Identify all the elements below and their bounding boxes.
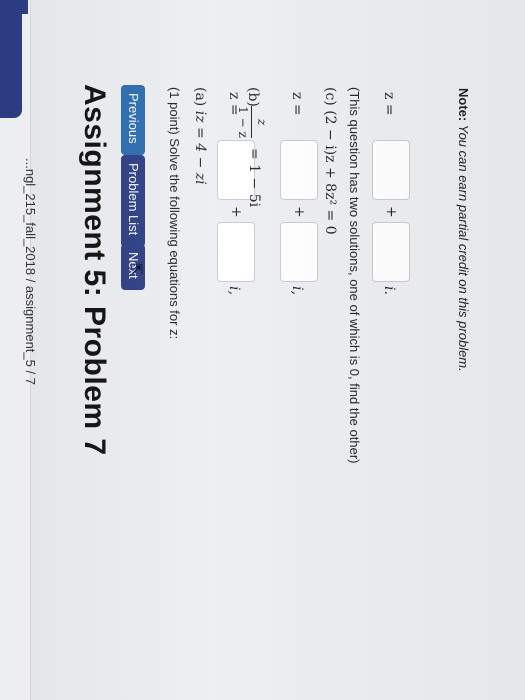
part-a-equation-text: iz = 4 − zi xyxy=(192,110,208,185)
mouse-cursor-icon: ⇱ xyxy=(129,263,145,275)
part-a-i-unit: i, xyxy=(226,286,242,295)
part-c-equation: (c) (2 − i)z + 8z² = 0 xyxy=(322,87,338,235)
part-b-numerator: z xyxy=(255,118,269,126)
part-b-answer-label: z = xyxy=(289,92,305,116)
partial-credit-note: Note: You can earn partial credit on thi… xyxy=(456,88,471,372)
part-c-answer-label: z = xyxy=(381,92,397,116)
part-b-real-input[interactable] xyxy=(280,140,318,200)
part-c-hint: (This question has two solutions, one of… xyxy=(347,87,362,464)
part-a-imag-input[interactable] xyxy=(217,222,255,282)
fraction-bar xyxy=(251,106,252,138)
part-b-i-unit: i, xyxy=(289,286,305,295)
content-plane: ...ngl_215_fall_2018 / assignment_5 / 7 … xyxy=(0,0,525,700)
note-label: Note: xyxy=(456,88,471,122)
part-c-real-input[interactable] xyxy=(372,140,410,200)
breadcrumb[interactable]: ...ngl_215_fall_2018 / assignment_5 / 7 xyxy=(23,158,38,385)
part-c-equation-text: (2 − i)z + 8z² = 0 xyxy=(322,110,338,235)
part-c-plus: + xyxy=(383,206,399,218)
problem-list-button[interactable]: Problem List xyxy=(121,155,145,247)
note-text: You can earn partial credit on this prob… xyxy=(456,124,471,372)
part-b-plus: + xyxy=(291,206,307,218)
page-title: Assignment 5: Problem 7 xyxy=(78,84,111,456)
screen: ...ngl_215_fall_2018 / assignment_5 / 7 … xyxy=(0,0,525,700)
part-c-label: (c) xyxy=(322,87,338,106)
part-a-label: (a) xyxy=(192,87,208,107)
part-c-imag-input[interactable] xyxy=(372,222,410,282)
part-c-i-unit: i. xyxy=(381,286,397,295)
problem-prompt: (1 point) Solve the following equations … xyxy=(167,87,182,340)
previous-button[interactable]: Previous xyxy=(121,85,145,155)
part-b-denominator: 1 − z xyxy=(236,106,250,138)
part-a-plus: + xyxy=(228,206,244,218)
part-a-equation: (a) iz = 4 − zi xyxy=(192,87,208,185)
part-b-fraction: z 1 − z xyxy=(233,104,269,140)
part-b-rhs: = 1 − 5i xyxy=(246,148,262,208)
part-b-imag-input[interactable] xyxy=(280,222,318,282)
